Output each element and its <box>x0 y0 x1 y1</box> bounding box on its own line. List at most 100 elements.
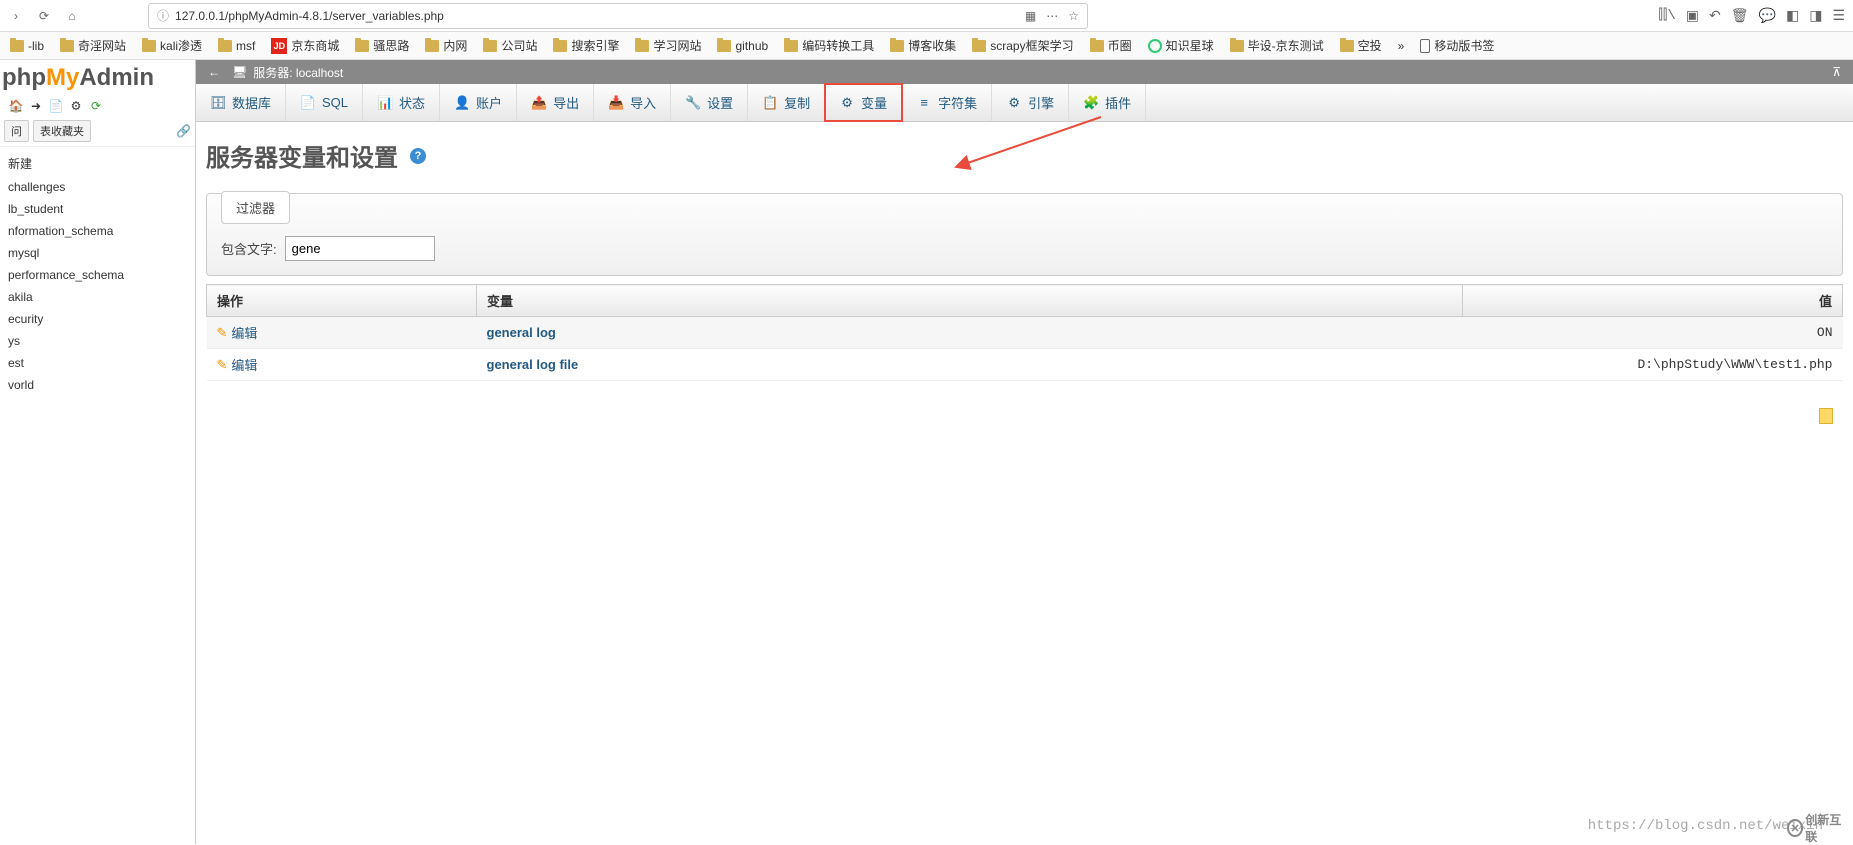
settings-icon[interactable]: ⚙ <box>68 98 84 114</box>
table-row: ✎编辑general logON <box>207 317 1843 349</box>
database-item[interactable]: mysql <box>0 242 195 264</box>
help-icon[interactable]: ? <box>410 148 426 164</box>
bookmark-item-6[interactable]: 内网 <box>419 35 473 56</box>
tab-db[interactable]: 🗄数据库 <box>196 84 286 121</box>
ext2-icon[interactable]: ◨ <box>1809 7 1822 24</box>
bookmark-item-12[interactable]: 博客收集 <box>884 35 962 56</box>
database-item[interactable]: akila <box>0 286 195 308</box>
close-topbar-icon[interactable]: ⊼ <box>1832 65 1841 79</box>
bookmark-icon <box>483 40 497 52</box>
pencil-icon: ✎ <box>217 357 228 373</box>
tab-copy[interactable]: 📋复制 <box>748 84 825 121</box>
bookmark-item-16[interactable]: 毕设-京东测试 <box>1224 35 1330 56</box>
nav-reload-icon[interactable]: ⟳ <box>36 8 52 24</box>
recent-button[interactable]: 问 <box>4 120 29 142</box>
engine-icon: ⚙ <box>1006 95 1022 111</box>
home-icon[interactable]: 🏠 <box>8 98 24 114</box>
tab-status[interactable]: 📊状态 <box>363 84 440 121</box>
bookmark-item-18[interactable]: 移动版书签 <box>1414 35 1500 56</box>
bookmark-item-2[interactable]: kali渗透 <box>136 35 208 56</box>
bookmark-icon <box>1230 40 1244 52</box>
bookmark-icon <box>355 40 369 52</box>
database-item[interactable]: est <box>0 352 195 374</box>
sidebar: phpMyAdmin 🏠 ➜ 📄 ⚙ ⟳ 问 表收藏夹 🔗 新建 challen… <box>0 60 196 844</box>
settings-icon: 🔧 <box>685 95 701 111</box>
bookmark-item-13[interactable]: scrapy框架学习 <box>966 35 1079 56</box>
tab-engine[interactable]: ⚙引擎 <box>992 84 1069 121</box>
new-database-link[interactable]: 新建 <box>0 151 195 176</box>
charset-icon: ≡ <box>916 95 932 111</box>
variable-name[interactable]: general log file <box>487 357 579 372</box>
tab-sql[interactable]: 📄SQL <box>286 84 363 121</box>
bookmark-icon <box>717 40 731 52</box>
more-icon[interactable]: ⋯ <box>1046 9 1058 23</box>
undo-icon[interactable]: ↶ <box>1709 7 1721 24</box>
overflow-icon[interactable]: » <box>1398 39 1405 53</box>
edit-link[interactable]: ✎编辑 <box>217 323 467 342</box>
bookmark-icon <box>972 40 986 52</box>
tab-charset[interactable]: ≡字符集 <box>902 84 992 121</box>
docs-icon[interactable]: 📄 <box>48 98 64 114</box>
sidebar-quick-icons: 🏠 ➜ 📄 ⚙ ⟳ <box>0 96 195 116</box>
server-label[interactable]: 服务器: localhost <box>253 64 343 81</box>
page-title: 服务器变量和设置 ? <box>206 138 1843 173</box>
tab-export[interactable]: 📤导出 <box>517 84 594 121</box>
tab-vars[interactable]: ⚙变量 <box>825 84 902 121</box>
qr-icon[interactable]: ▦ <box>1025 9 1036 23</box>
info-icon[interactable]: ⓘ <box>157 7 169 24</box>
database-item[interactable]: ys <box>0 330 195 352</box>
bookmark-icon <box>1420 39 1430 53</box>
bookmark-item-17[interactable]: 空投 <box>1334 35 1388 56</box>
table-row: ✎编辑general log fileD:\phpStudy\WWW\test1… <box>207 349 1843 381</box>
filter-input[interactable] <box>285 236 435 261</box>
bookmark-item-14[interactable]: 币圈 <box>1084 35 1138 56</box>
tab-settings[interactable]: 🔧设置 <box>671 84 748 121</box>
note-icon[interactable] <box>1819 408 1833 424</box>
bookmark-item-15[interactable]: 知识星球 <box>1142 35 1220 56</box>
edit-link[interactable]: ✎编辑 <box>217 355 467 374</box>
star-icon[interactable]: ☆ <box>1068 9 1079 23</box>
chat-icon[interactable]: 💬 <box>1759 7 1776 24</box>
bookmark-icon <box>553 40 567 52</box>
bookmark-item-5[interactable]: 骚思路 <box>349 35 415 56</box>
database-item[interactable]: performance_schema <box>0 264 195 286</box>
ext1-icon[interactable]: ◧ <box>1786 7 1799 24</box>
database-item[interactable]: ecurity <box>0 308 195 330</box>
bookmark-item-9[interactable]: 学习网站 <box>629 35 707 56</box>
sidebar-icon[interactable]: ▣ <box>1686 7 1699 24</box>
variable-name[interactable]: general log <box>487 325 556 340</box>
logout-icon[interactable]: ➜ <box>28 98 44 114</box>
bookmark-item-3[interactable]: msf <box>212 37 261 55</box>
tab-plugin[interactable]: 🧩插件 <box>1069 84 1146 121</box>
bookmark-item-0[interactable]: -lib <box>4 37 50 55</box>
tab-users[interactable]: 👤账户 <box>440 84 517 121</box>
server-bar: ← 🖥 服务器: localhost ⊼ <box>196 60 1853 84</box>
reload-icon[interactable]: ⟳ <box>88 98 104 114</box>
tab-import[interactable]: 📥导入 <box>594 84 671 121</box>
menu-icon[interactable]: ☰ <box>1832 7 1845 24</box>
database-item[interactable]: lb_student <box>0 198 195 220</box>
bookmark-item-10[interactable]: github <box>711 37 774 55</box>
trash-icon[interactable]: 🗑 <box>1731 7 1749 24</box>
bookmark-item-8[interactable]: 搜索引擎 <box>547 35 625 56</box>
bookmark-item-11[interactable]: 编码转换工具 <box>778 35 880 56</box>
bookmark-item-1[interactable]: 奇淫网站 <box>54 35 132 56</box>
variables-table: 操作 变量 值 ✎编辑general logON✎编辑general log f… <box>206 284 1843 381</box>
favorite-button[interactable]: 表收藏夹 <box>33 120 91 142</box>
url-bar[interactable]: ⓘ 127.0.0.1/phpMyAdmin-4.8.1/server_vari… <box>148 3 1088 29</box>
link-icon[interactable]: 🔗 <box>176 124 191 138</box>
sql-icon: 📄 <box>300 95 316 111</box>
library-icon[interactable]: ⫿⫿\ <box>1658 8 1675 24</box>
database-item[interactable]: vorld <box>0 374 195 396</box>
col-value: 值 <box>1463 285 1843 317</box>
nav-home-icon[interactable]: ⌂ <box>64 8 80 24</box>
col-action: 操作 <box>207 285 477 317</box>
bookmark-icon <box>1090 40 1104 52</box>
bookmark-item-4[interactable]: JD京东商城 <box>265 35 345 56</box>
collapse-sidebar-button[interactable]: ← <box>208 65 220 79</box>
nav-forward-icon[interactable]: › <box>8 8 24 24</box>
bookmark-icon <box>890 40 904 52</box>
database-item[interactable]: nformation_schema <box>0 220 195 242</box>
bookmark-item-7[interactable]: 公司站 <box>477 35 543 56</box>
database-item[interactable]: challenges <box>0 176 195 198</box>
